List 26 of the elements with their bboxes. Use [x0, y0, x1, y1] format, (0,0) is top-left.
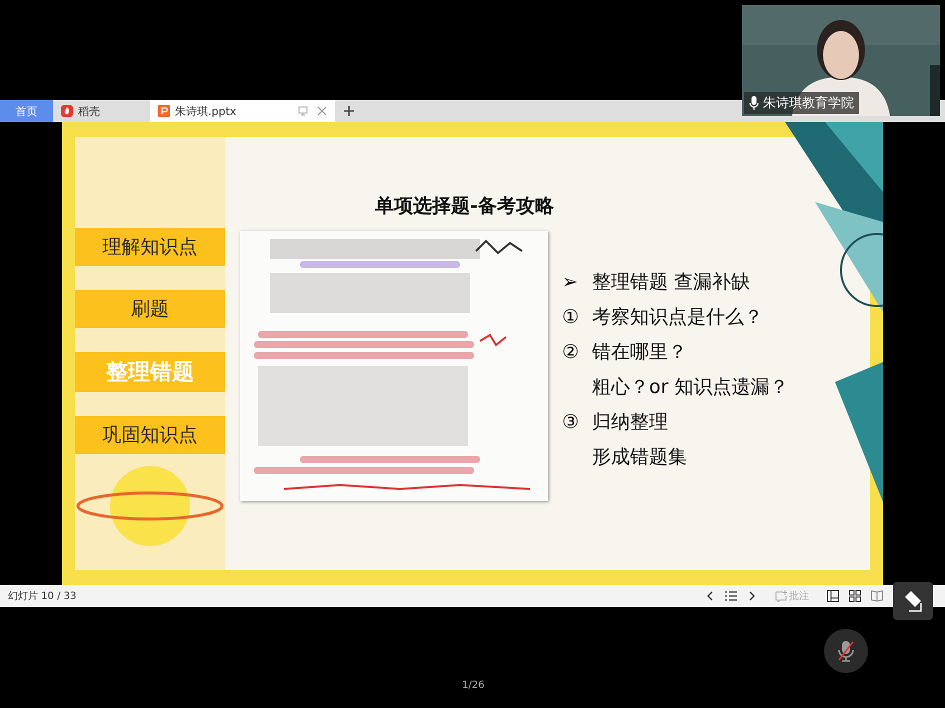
bullet-point: ③ 归纳整理 — [562, 410, 669, 435]
chevron-right-icon[interactable] — [747, 591, 757, 601]
slide-counter: 幻灯片 10 / 33 — [8, 590, 76, 603]
participant-name: 朱诗琪教育学院 — [763, 94, 854, 112]
docer-icon — [61, 105, 73, 117]
slide-title: 单项选择题-备考攻略 — [375, 194, 555, 219]
bullet-point: ② 错在哪里？ — [562, 340, 688, 365]
page-indicator: 1/26 — [462, 680, 484, 691]
bullet-point: ① 考察知识点是什么？ — [562, 305, 764, 330]
microphone-icon — [749, 96, 759, 110]
microphone-button[interactable] — [824, 629, 868, 673]
book-icon[interactable] — [871, 590, 883, 602]
comment-icon — [775, 590, 787, 602]
add-tab-icon[interactable] — [343, 105, 355, 117]
bullet-point: ➢ 整理错题 查漏补缺 — [562, 270, 752, 295]
chevron-left-icon[interactable] — [705, 591, 715, 601]
list-icon[interactable] — [725, 591, 737, 601]
tab[interactable]: 朱诗琪.pptx — [150, 100, 335, 122]
tab[interactable]: 稻壳 — [53, 100, 150, 122]
bullet-point: 形成错题集 — [591, 445, 688, 470]
annotate-button[interactable] — [893, 582, 933, 620]
grid-view-icon[interactable] — [849, 590, 861, 602]
bullet-point: 粗心？or 知识点遗漏？ — [591, 375, 788, 400]
normal-view-icon[interactable] — [827, 590, 839, 602]
presentation-file-icon — [158, 105, 170, 117]
close-icon[interactable] — [317, 106, 327, 116]
